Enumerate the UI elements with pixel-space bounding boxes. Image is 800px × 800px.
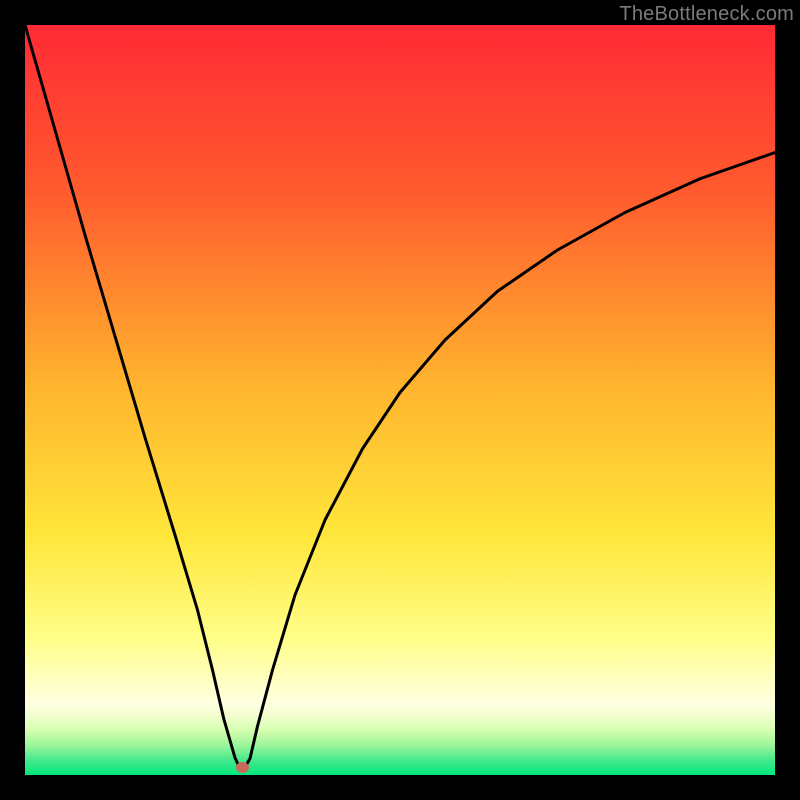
gradient-background (25, 25, 775, 775)
min-marker (236, 762, 249, 773)
chart-svg (25, 25, 775, 775)
watermark-text: TheBottleneck.com (619, 3, 794, 26)
chart-frame: TheBottleneck.com (0, 0, 800, 800)
plot-area (25, 25, 775, 775)
